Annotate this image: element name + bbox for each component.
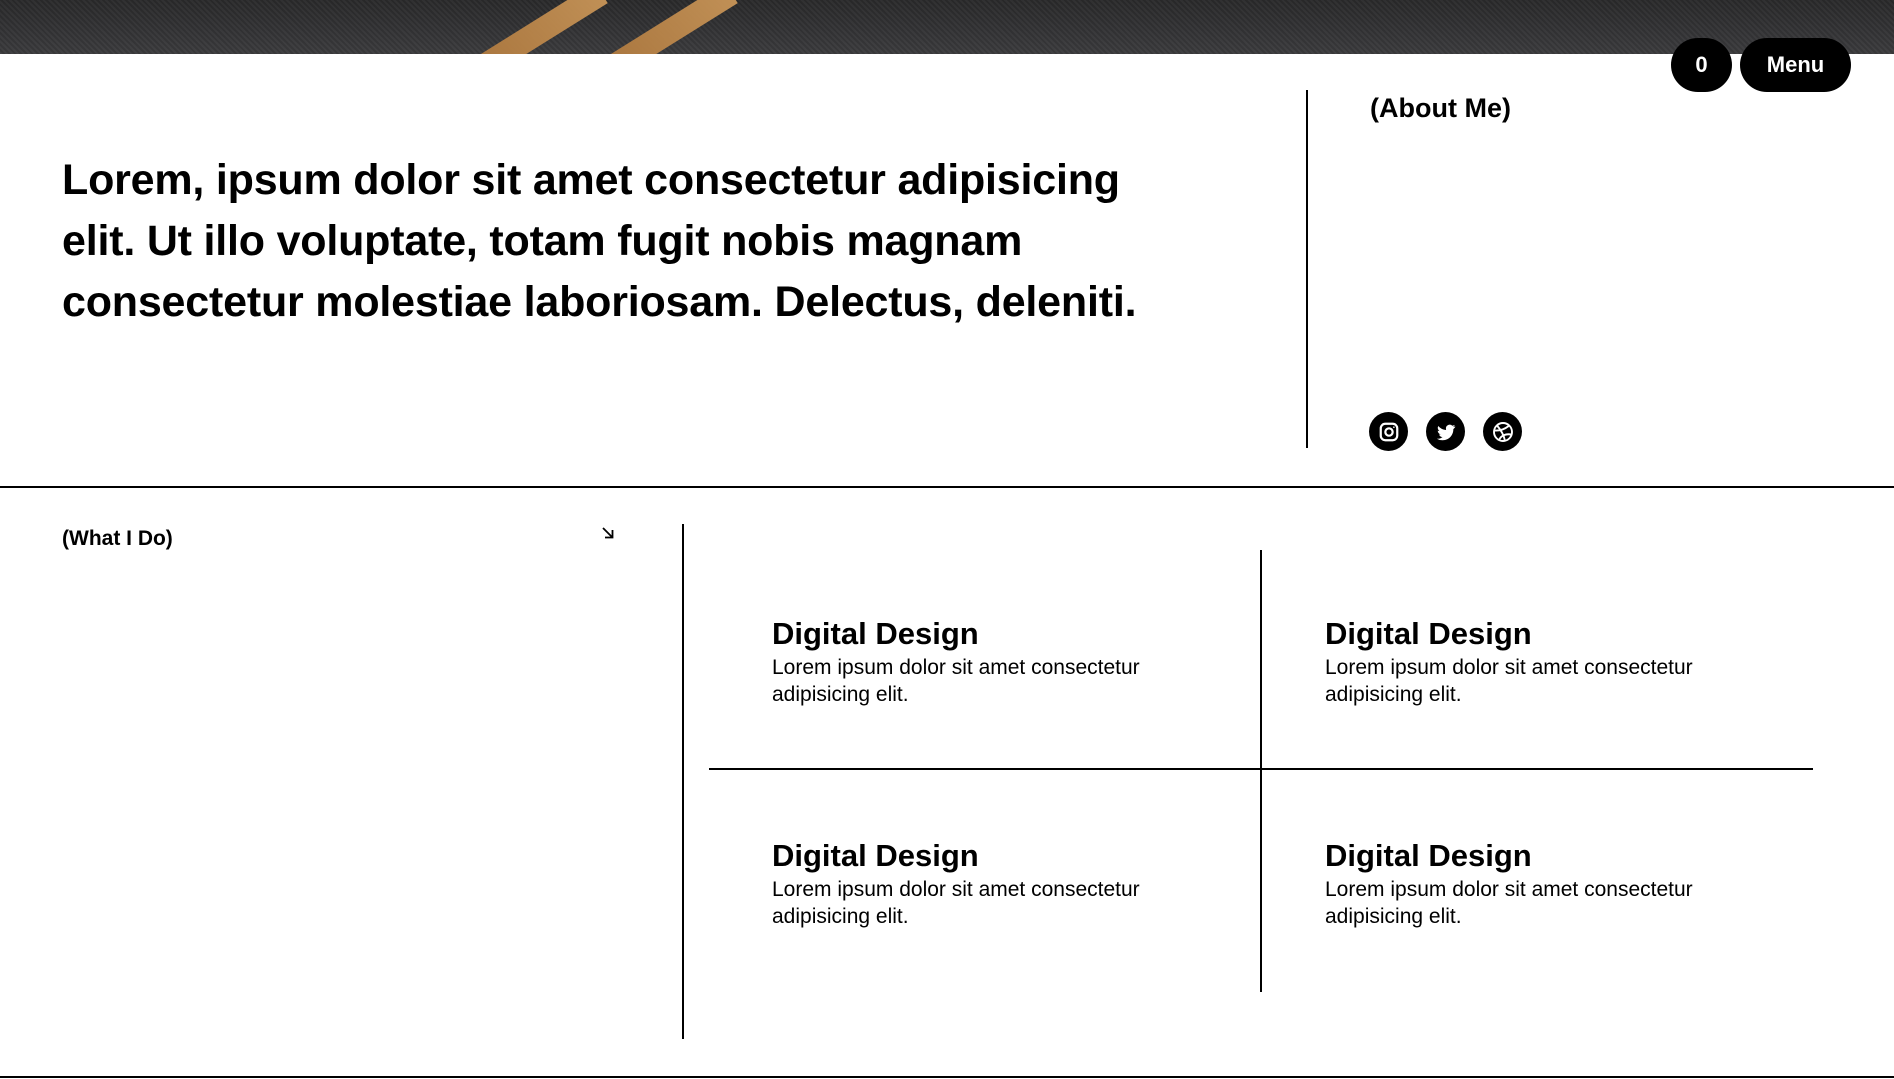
service-title: Digital Design xyxy=(1325,838,1532,873)
menu-label: Menu xyxy=(1766,52,1825,77)
service-title: Digital Design xyxy=(772,838,979,873)
intro-text: Lorem, ipsum dolor sit amet consectetur … xyxy=(62,156,1137,326)
service-card: Digital Design Lorem ipsum dolor sit ame… xyxy=(1325,836,1745,930)
dribbble-icon[interactable] xyxy=(1483,412,1522,451)
hero-stripe xyxy=(476,0,608,54)
service-card: Digital Design Lorem ipsum dolor sit ame… xyxy=(772,836,1192,930)
social-links xyxy=(1369,412,1522,451)
hero-stripe xyxy=(606,0,738,54)
service-title: Digital Design xyxy=(772,616,979,651)
what-i-do-divider xyxy=(682,524,684,1039)
service-description: Lorem ipsum dolor sit amet consectetur a… xyxy=(1325,656,1693,706)
instagram-icon[interactable] xyxy=(1369,412,1408,451)
hero-image-strip xyxy=(0,0,1894,54)
services-grid-vertical-line xyxy=(1260,550,1262,992)
bottom-divider xyxy=(0,1076,1894,1078)
menu-button[interactable]: Menu xyxy=(1740,38,1851,92)
service-description: Lorem ipsum dolor sit amet consectetur a… xyxy=(772,878,1140,928)
service-card: Digital Design Lorem ipsum dolor sit ame… xyxy=(1325,614,1745,708)
what-i-do-label: (What I Do) xyxy=(62,527,173,550)
about-me-label: (About Me) xyxy=(1370,93,1511,123)
service-card: Digital Design Lorem ipsum dolor sit ame… xyxy=(772,614,1192,708)
services-grid-horizontal-line xyxy=(709,768,1813,770)
intro-divider xyxy=(1306,90,1308,448)
service-description: Lorem ipsum dolor sit amet consectetur a… xyxy=(1325,878,1693,928)
service-title: Digital Design xyxy=(1325,616,1532,651)
twitter-icon[interactable] xyxy=(1426,412,1465,451)
cart-count: 0 xyxy=(1695,52,1708,77)
arrow-down-right-icon xyxy=(602,527,614,539)
cart-count-button[interactable]: 0 xyxy=(1671,38,1732,92)
service-description: Lorem ipsum dolor sit amet consectetur a… xyxy=(772,656,1140,706)
section-divider xyxy=(0,486,1894,488)
